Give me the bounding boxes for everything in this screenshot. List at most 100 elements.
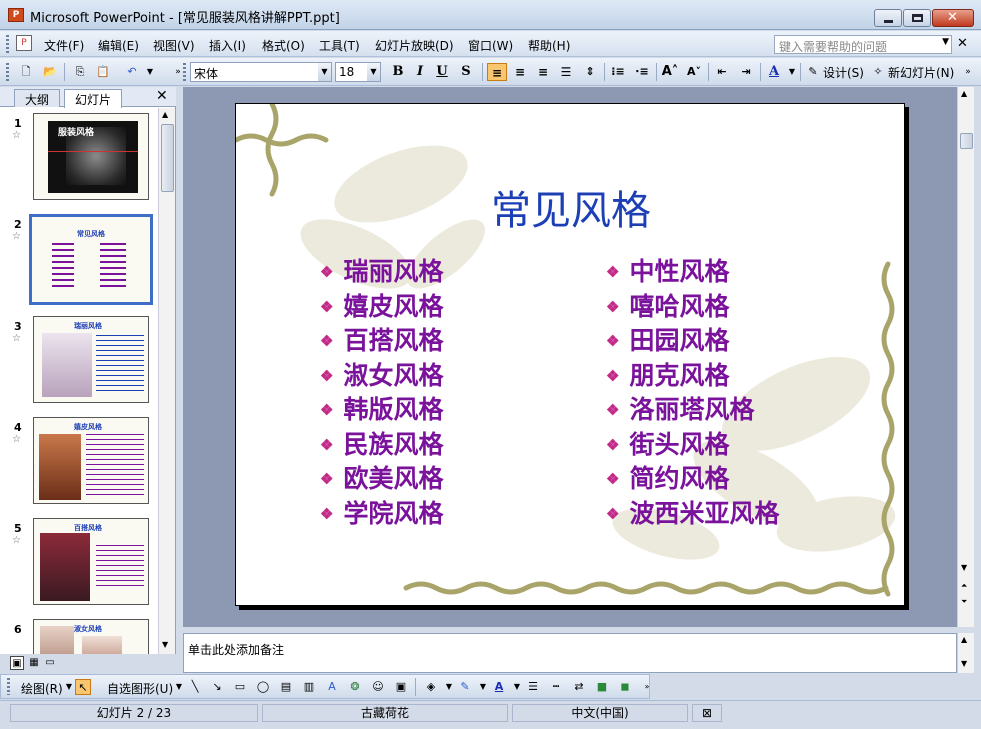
scrollbar-thumb[interactable] xyxy=(161,124,174,192)
close-icon[interactable]: ✕ xyxy=(156,88,168,104)
powerpoint-app-icon[interactable]: P xyxy=(8,8,24,22)
minimize-button[interactable] xyxy=(874,9,902,27)
current-slide[interactable]: 常见风格 ❖ 瑞丽风格 ❖ 嬉皮风格 ❖ 百搭风格 ❖ 淑女风格 ❖ 韩版风格 ❖ 民族风格… xyxy=(235,103,905,606)
diagram-tool-icon[interactable]: ❂ xyxy=(347,679,363,695)
toolbar-options-icon[interactable]: » xyxy=(639,679,655,695)
bullet-list-right[interactable]: ❖ 中性风格 ❖ 嘻哈风格 ❖ 田园风格 ❖ 朋克风格 ❖ 洛丽塔风格 ❖ 街头风格 ❖ 简约… xyxy=(606,252,779,528)
toolbar-grip[interactable] xyxy=(6,63,9,81)
picture-tool-icon[interactable]: ▣ xyxy=(393,679,409,695)
arrow-tool-icon[interactable]: ↘ xyxy=(209,679,225,695)
open-icon[interactable]: 📂 xyxy=(42,64,58,80)
chevron-down-icon[interactable]: ▼ xyxy=(784,64,800,80)
fill-color-icon[interactable]: ◈ xyxy=(423,679,439,695)
3d-style-icon[interactable]: ◼ xyxy=(617,679,633,695)
oval-tool-icon[interactable]: ◯ xyxy=(255,679,271,695)
vertical-textbox-tool-icon[interactable]: ▥ xyxy=(301,679,317,695)
toolbar-options-icon[interactable]: » xyxy=(960,64,976,80)
undo-dropdown-icon[interactable]: ▼ xyxy=(142,64,158,80)
notes-pane[interactable]: 单击此处添加备注 xyxy=(183,633,957,673)
line-color-icon[interactable]: ✎ xyxy=(457,679,473,695)
text-direction-button[interactable]: ⇕ xyxy=(580,63,600,81)
align-right-button[interactable]: ≡ xyxy=(533,63,553,81)
font-color-button[interactable]: A xyxy=(764,63,784,81)
line-style-icon[interactable]: ☰ xyxy=(525,679,541,695)
slide-title[interactable]: 常见风格 xyxy=(236,178,904,236)
dash-style-icon[interactable]: ┅ xyxy=(548,679,564,695)
chevron-down-icon[interactable]: ▼ xyxy=(318,63,331,81)
line-tool-icon[interactable]: ╲ xyxy=(187,679,203,695)
justify-button[interactable]: ☰ xyxy=(556,63,576,81)
design-button[interactable]: 设计(S) xyxy=(823,64,864,81)
close-button[interactable]: ✕ xyxy=(932,9,974,27)
scrollbar-thumb[interactable] xyxy=(960,133,973,149)
underline-button[interactable]: U xyxy=(432,63,452,81)
design-icon[interactable]: ✎ xyxy=(805,64,821,80)
slide-thumbnail[interactable]: 1 ☆ 服装风格 xyxy=(0,113,158,205)
scroll-down-icon[interactable]: ▼ xyxy=(162,640,168,649)
chevron-down-icon[interactable]: ▼ xyxy=(509,679,525,695)
numbered-list-button[interactable]: ⁝≡ xyxy=(608,63,628,81)
bullet-list-button[interactable]: ∙≡ xyxy=(632,63,652,81)
normal-view-icon[interactable]: ▣ xyxy=(10,656,24,670)
chevron-down-icon[interactable]: ▼ xyxy=(942,37,949,47)
align-left-button[interactable]: ≡ xyxy=(487,63,507,81)
slide-sorter-view-icon[interactable]: ▦ xyxy=(27,656,41,670)
rectangle-tool-icon[interactable]: ▭ xyxy=(232,679,248,695)
textbox-tool-icon[interactable]: ▤ xyxy=(278,679,294,695)
scroll-down-icon[interactable]: ▼ xyxy=(961,659,967,668)
scroll-up-icon[interactable]: ▲ xyxy=(961,89,967,98)
scroll-up-icon[interactable]: ▲ xyxy=(961,635,967,644)
document-close-icon[interactable]: ✕ xyxy=(957,36,968,51)
menu-edit[interactable]: 编辑(E) xyxy=(98,37,139,54)
clipart-tool-icon[interactable]: ☺ xyxy=(370,679,386,695)
align-center-button[interactable]: ≡ xyxy=(510,63,530,81)
menu-slideshow[interactable]: 幻灯片放映(D) xyxy=(375,37,454,54)
maximize-button[interactable] xyxy=(903,9,931,27)
wordart-tool-icon[interactable]: A xyxy=(324,679,340,695)
autoshapes-menu-button[interactable]: 自选图形(U) xyxy=(107,680,173,697)
font-color-icon[interactable]: A xyxy=(491,679,507,695)
menu-view[interactable]: 视图(V) xyxy=(153,37,195,54)
slide-thumbnail-selected[interactable]: 2 ☆ 常见风格 xyxy=(0,214,158,306)
previous-slide-icon[interactable]: ⏶ xyxy=(961,581,967,591)
slide-thumbnail[interactable]: 5 ☆ 百搭风格 xyxy=(0,518,158,610)
tab-outline[interactable]: 大纲 xyxy=(14,89,61,107)
shadow-style-icon[interactable]: ■ xyxy=(594,679,610,695)
notes-scrollbar[interactable]: ▲ ▼ xyxy=(957,633,974,673)
slide-thumbnail[interactable]: 3 ☆ 瑞丽风格 xyxy=(0,316,158,408)
tab-slides[interactable]: 幻灯片 xyxy=(64,89,123,108)
chevron-down-icon[interactable]: ▼ xyxy=(171,679,187,695)
italic-button[interactable]: I xyxy=(410,63,430,81)
new-slide-button[interactable]: 新幻灯片(N) xyxy=(888,64,954,81)
increase-font-size-button[interactable]: A˄ xyxy=(660,63,680,81)
bold-button[interactable]: B xyxy=(388,63,408,81)
font-name-select[interactable]: 宋体 ▼ xyxy=(190,62,332,82)
paste-icon[interactable]: 📋 xyxy=(95,64,111,80)
chevron-down-icon[interactable]: ▼ xyxy=(367,63,380,81)
menubar-grip[interactable] xyxy=(6,35,9,53)
menu-insert[interactable]: 插入(I) xyxy=(209,37,246,54)
shadow-button[interactable]: S xyxy=(456,63,476,81)
increase-indent-button[interactable]: ⇥ xyxy=(736,63,756,81)
bullet-list-left[interactable]: ❖ 瑞丽风格 ❖ 嬉皮风格 ❖ 百搭风格 ❖ 淑女风格 ❖ 韩版风格 ❖ 民族风格 ❖ 欧美风… xyxy=(320,252,443,528)
new-document-icon[interactable]: 🗋 xyxy=(18,64,34,80)
draw-menu-button[interactable]: 绘图(R) xyxy=(21,680,63,697)
undo-icon[interactable]: ↶ xyxy=(124,64,140,80)
select-pointer-icon[interactable]: ↖ xyxy=(75,679,91,695)
menu-file[interactable]: 文件(F) xyxy=(44,37,84,54)
scroll-up-icon[interactable]: ▲ xyxy=(162,110,168,119)
next-slide-icon[interactable]: ⏷ xyxy=(961,597,967,607)
slide-scrollbar[interactable]: ▲ ▼ ⏶ ⏷ xyxy=(957,87,974,627)
chevron-down-icon[interactable]: ▼ xyxy=(475,679,491,695)
slide-thumbnail[interactable]: 6 淑女风格 xyxy=(0,619,158,654)
help-search-input[interactable]: 键入需要帮助的问题 ▼ xyxy=(774,35,952,54)
copy-icon[interactable]: ⎘ xyxy=(72,64,88,80)
slideshow-view-icon[interactable]: ▭ xyxy=(43,656,57,670)
scroll-down-icon[interactable]: ▼ xyxy=(961,563,967,572)
thumbnail-scrollbar[interactable]: ▲ ▼ xyxy=(158,108,175,654)
document-icon[interactable]: P xyxy=(16,35,32,51)
decrease-indent-button[interactable]: ⇤ xyxy=(712,63,732,81)
decrease-font-size-button[interactable]: A˅ xyxy=(684,63,704,81)
chevron-down-icon[interactable]: ▼ xyxy=(441,679,457,695)
arrow-style-icon[interactable]: ⇄ xyxy=(571,679,587,695)
